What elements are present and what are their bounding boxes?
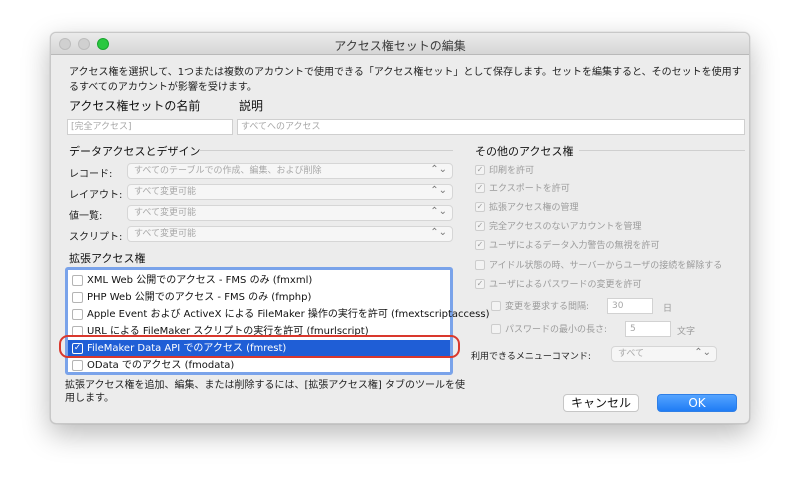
value-lists-value: すべて変更可能 bbox=[134, 208, 197, 218]
layouts-label: レイアウト: bbox=[69, 190, 123, 201]
dialog-description: アクセス権を選択して、1つまたは複数のアカウントで使用できる「アクセス権セット」… bbox=[69, 67, 742, 93]
export-checkbox[interactable]: ✓ エクスポートを許可 bbox=[475, 183, 570, 195]
records-label: レコード: bbox=[69, 169, 113, 180]
print-checkbox[interactable]: ✓ 印刷を許可 bbox=[475, 165, 534, 177]
scripts-label: スクリプト: bbox=[69, 232, 123, 243]
checkmark-icon: ✓ bbox=[475, 202, 485, 212]
change-interval-checkbox[interactable]: 変更を要求する間隔: bbox=[491, 301, 589, 313]
data-access-section: データアクセスとデザイン bbox=[69, 143, 453, 159]
description-field[interactable]: すべてへのアクセス bbox=[237, 119, 745, 135]
cancel-button[interactable]: キャンセル bbox=[563, 394, 639, 412]
checkbox-label: 完全アクセスのないアカウントを管理 bbox=[489, 222, 642, 232]
value-lists-label: 値一覧: bbox=[69, 211, 103, 222]
checkbox-label: アイドル状態の時、サーバーからユーザの接続を解除する bbox=[489, 261, 723, 271]
list-item-label: XML Web 公開でのアクセス - FMS のみ (fmxml) bbox=[87, 275, 313, 286]
scripts-popup[interactable]: すべて変更可能 ⌃⌄ bbox=[127, 226, 453, 242]
change-interval-field[interactable]: 30 bbox=[607, 298, 653, 314]
extended-privileges-list[interactable]: XML Web 公開でのアクセス - FMS のみ (fmxml) PHP We… bbox=[65, 267, 489, 375]
checkbox-label: ユーザによるデータ入力警告の無視を許可 bbox=[489, 241, 660, 251]
section-divider bbox=[579, 150, 745, 151]
menu-commands-label: 利用できるメニューコマンド: bbox=[471, 352, 591, 362]
checkbox bbox=[491, 301, 501, 311]
checkmark-icon: ✓ bbox=[475, 240, 485, 250]
checkmark-icon: ✓ bbox=[475, 183, 485, 193]
checkbox[interactable] bbox=[72, 360, 83, 371]
list-item-label: Apple Event および ActiveX による FileMaker 操作… bbox=[87, 309, 490, 320]
list-item[interactable]: XML Web 公開でのアクセス - FMS のみ (fmxml) bbox=[68, 272, 450, 289]
up-down-arrows-icon: ⌃⌄ bbox=[430, 206, 447, 217]
manage-extended-checkbox[interactable]: ✓ 拡張アクセス権の管理 bbox=[475, 202, 579, 214]
list-item-label: URL による FileMaker スクリプトの実行を許可 (fmurlscri… bbox=[87, 326, 369, 337]
checkbox-label: ユーザによるパスワードの変更を許可 bbox=[489, 280, 642, 290]
checkbox bbox=[491, 324, 501, 334]
checkbox-label: 拡張アクセス権の管理 bbox=[489, 203, 579, 213]
manage-accounts-checkbox[interactable]: ✓ 完全アクセスのないアカウントを管理 bbox=[475, 221, 642, 233]
scripts-value: すべて変更可能 bbox=[134, 229, 197, 239]
checkbox bbox=[475, 260, 485, 270]
ok-button[interactable]: OK bbox=[657, 394, 737, 412]
window-title: アクセス権セットの編集 bbox=[334, 39, 466, 53]
checkmark-icon: ✓ bbox=[475, 279, 485, 289]
up-down-arrows-icon: ⌃⌄ bbox=[694, 347, 711, 358]
days-unit: 日 bbox=[663, 304, 673, 314]
checkmark-icon[interactable]: ✓ bbox=[72, 343, 83, 354]
records-popup[interactable]: すべてのテーブルでの作成、編集、および削除 ⌃⌄ bbox=[127, 163, 453, 179]
min-length-field[interactable]: 5 bbox=[625, 321, 671, 337]
other-privileges-section: その他のアクセス権 bbox=[475, 143, 745, 159]
min-length-checkbox[interactable]: パスワードの最小の長さ: bbox=[491, 324, 607, 336]
checkmark-icon: ✓ bbox=[475, 165, 485, 175]
menu-commands-popup[interactable]: すべて ⌃⌄ bbox=[611, 346, 717, 362]
section-divider bbox=[199, 150, 453, 151]
list-item[interactable]: OData でのアクセス (fmodata) bbox=[68, 357, 450, 374]
checkbox-label: パスワードの最小の長さ: bbox=[505, 325, 608, 335]
layouts-popup[interactable]: すべて変更可能 ⌃⌄ bbox=[127, 184, 453, 200]
value-lists-popup[interactable]: すべて変更可能 ⌃⌄ bbox=[127, 205, 453, 221]
override-validation-checkbox[interactable]: ✓ ユーザによるデータ入力警告の無視を許可 bbox=[475, 240, 660, 252]
checkbox[interactable] bbox=[72, 292, 83, 303]
set-name-label: アクセス権セットの名前 bbox=[69, 99, 201, 113]
set-name-field[interactable]: [完全アクセス] bbox=[67, 119, 233, 135]
list-item[interactable]: PHP Web 公開でのアクセス - FMS のみ (fmphp) bbox=[68, 289, 450, 306]
list-item-selected[interactable]: ✓ FileMaker Data API でのアクセス (fmrest) bbox=[68, 340, 450, 357]
other-privileges-title: その他のアクセス権 bbox=[475, 145, 574, 158]
list-item-label: OData でのアクセス (fmodata) bbox=[87, 360, 235, 371]
checkbox-label: 変更を要求する間隔: bbox=[505, 302, 590, 312]
list-item-label: FileMaker Data API でのアクセス (fmrest) bbox=[87, 343, 287, 354]
title-bar: アクセス権セットの編集 bbox=[51, 33, 749, 55]
checkbox[interactable] bbox=[72, 309, 83, 320]
change-password-checkbox[interactable]: ✓ ユーザによるパスワードの変更を許可 bbox=[475, 279, 642, 291]
description-label: 説明 bbox=[239, 99, 264, 113]
up-down-arrows-icon: ⌃⌄ bbox=[430, 185, 447, 196]
checkmark-icon: ✓ bbox=[475, 221, 485, 231]
checkbox-label: 印刷を許可 bbox=[489, 166, 535, 176]
list-item-label: PHP Web 公開でのアクセス - FMS のみ (fmphp) bbox=[87, 292, 312, 303]
records-value: すべてのテーブルでの作成、編集、および削除 bbox=[134, 166, 322, 176]
menu-commands-value: すべて bbox=[618, 349, 645, 359]
data-access-title: データアクセスとデザイン bbox=[69, 145, 201, 158]
list-item[interactable]: URL による FileMaker スクリプトの実行を許可 (fmurlscri… bbox=[68, 323, 450, 340]
extended-privileges-note: 拡張アクセス権を追加、編集、または削除するには、[拡張アクセス権] タブのツール… bbox=[65, 380, 465, 404]
list-item[interactable]: Apple Event および ActiveX による FileMaker 操作… bbox=[68, 306, 489, 323]
extended-privileges-title: 拡張アクセス権 bbox=[69, 252, 146, 265]
disconnect-idle-checkbox[interactable]: アイドル状態の時、サーバーからユーザの接続を解除する bbox=[475, 260, 722, 272]
up-down-arrows-icon: ⌃⌄ bbox=[430, 227, 447, 238]
checkbox-label: エクスポートを許可 bbox=[489, 184, 570, 194]
checkbox[interactable] bbox=[72, 326, 83, 337]
edit-privilege-set-dialog: アクセス権セットの編集 アクセス権を選択して、1つまたは複数のアカウントで使用で… bbox=[50, 32, 750, 424]
checkbox[interactable] bbox=[72, 275, 83, 286]
characters-unit: 文字 bbox=[677, 327, 696, 337]
up-down-arrows-icon: ⌃⌄ bbox=[430, 164, 447, 175]
layouts-value: すべて変更可能 bbox=[134, 187, 197, 197]
